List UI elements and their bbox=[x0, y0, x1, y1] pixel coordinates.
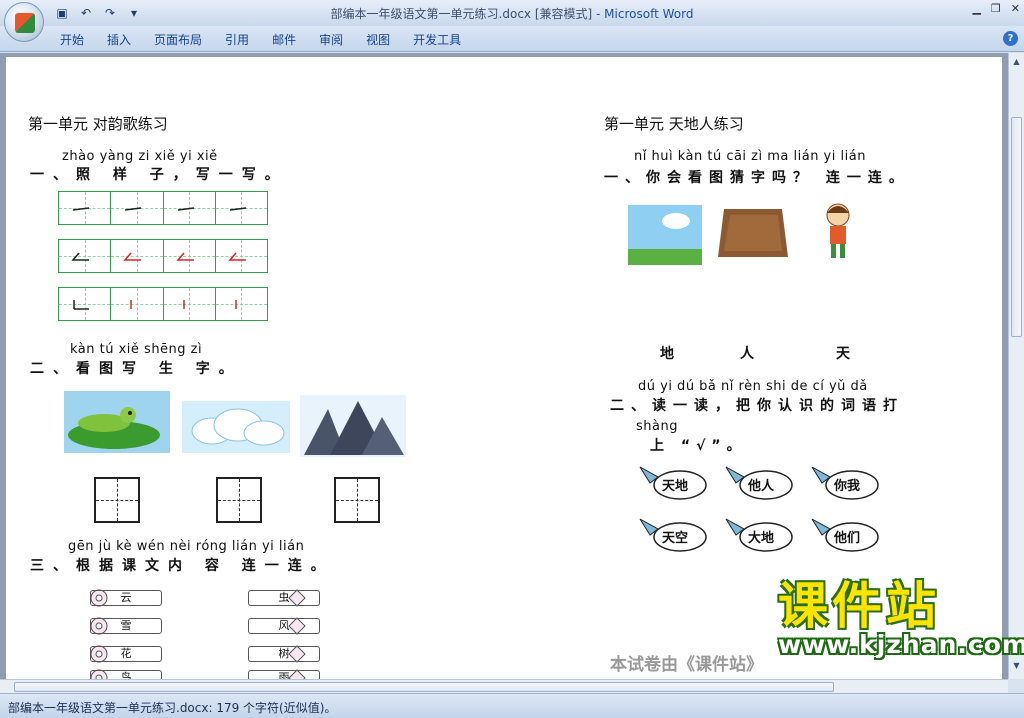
word-card-label: 云 bbox=[90, 590, 162, 606]
word-card-label: 花 bbox=[90, 646, 162, 662]
minimize-icon[interactable]: ▁ bbox=[972, 2, 980, 15]
left-q1-pinyin: zhào yàng zi xiě yi xiě bbox=[62, 149, 218, 164]
tab-review[interactable]: 审阅 bbox=[319, 31, 343, 48]
sky-picture bbox=[628, 205, 702, 265]
writing-grid-row-3 bbox=[58, 287, 268, 321]
mountain-picture bbox=[300, 395, 406, 457]
vertical-scrollbar[interactable]: ▲ ▼ bbox=[1008, 53, 1024, 679]
writing-grid-row-2 bbox=[58, 239, 268, 273]
right-q2-text: 二、读一读，把你认识的词语打 bbox=[610, 398, 904, 414]
word-bubble-6[interactable]: 他们 bbox=[808, 513, 880, 553]
document-title: 部编本一年级语文第一单元练习.docx [兼容模式] - bbox=[330, 7, 605, 21]
scroll-up-icon[interactable]: ▲ bbox=[1011, 57, 1022, 69]
status-text: 部编本一年级语文第一单元练习.docx: 179 个字符(近似值)。 bbox=[8, 701, 337, 715]
word-bubble-label: 你我 bbox=[834, 479, 861, 494]
horizontal-scroll-thumb[interactable] bbox=[14, 682, 834, 692]
tab-mailings[interactable]: 邮件 bbox=[272, 31, 296, 48]
right-q1-text: 一、你会看图猜字吗？ 连一连。 bbox=[604, 170, 910, 186]
watermark-url: www.kjzhan.com bbox=[778, 630, 1024, 659]
tab-developer[interactable]: 开发工具 bbox=[413, 31, 461, 48]
tab-view[interactable]: 视图 bbox=[366, 31, 390, 48]
watermark-name: 课件站 bbox=[778, 577, 940, 635]
restore-icon[interactable]: ❐ bbox=[991, 2, 1001, 15]
word-card-label: 雪 bbox=[90, 618, 162, 634]
vertical-scroll-thumb[interactable] bbox=[1011, 117, 1022, 337]
earth-picture bbox=[718, 209, 788, 257]
horizontal-scrollbar[interactable] bbox=[0, 679, 1008, 693]
tab-page-layout[interactable]: 页面布局 bbox=[154, 31, 202, 48]
writing-box-2[interactable] bbox=[216, 477, 262, 523]
right-q2-pinyin: dú yi dú bǎ nǐ rèn shi de cí yǔ dǎ bbox=[638, 379, 868, 394]
cloud-picture bbox=[182, 401, 290, 453]
word-ren: 人 bbox=[740, 346, 763, 362]
word-bubble-label: 天空 bbox=[662, 531, 689, 546]
word-bubble-3[interactable]: 你我 bbox=[808, 461, 880, 501]
caterpillar-picture bbox=[64, 391, 170, 453]
left-q3-pinyin: gēn jù kè wén nèi róng lián yi lián bbox=[68, 539, 305, 554]
office-button[interactable] bbox=[4, 2, 44, 42]
left-q1-text: 一、照 样 子，写一写。 bbox=[30, 167, 288, 183]
help-icon[interactable]: ? bbox=[1003, 31, 1018, 46]
footer-text: 本试卷由《课件站》 bbox=[610, 655, 763, 675]
writing-grid-row-1 bbox=[58, 191, 268, 225]
close-icon[interactable]: ✕ bbox=[1011, 2, 1020, 15]
ribbon-tabs: 开始 插入 页面布局 引用 邮件 审阅 视图 开发工具 ? bbox=[0, 26, 1024, 52]
word-card-label: 鸟 bbox=[90, 670, 162, 679]
scroll-down-icon[interactable]: ▼ bbox=[1011, 661, 1022, 673]
office-logo-icon bbox=[15, 13, 35, 33]
word-tian: 天 bbox=[836, 346, 859, 362]
right-page-title: 第一单元 天地人练习 bbox=[604, 115, 744, 133]
left-page-title: 第一单元 对韵歌练习 bbox=[28, 115, 168, 133]
left-q2-text: 二、看图写 生 字。 bbox=[30, 361, 242, 377]
word-bubble-label: 他人 bbox=[748, 479, 775, 494]
writing-box-3[interactable] bbox=[334, 477, 380, 523]
word-bubble-label: 他们 bbox=[834, 531, 861, 546]
word-bubble-label: 天地 bbox=[662, 479, 689, 494]
kjzhan-watermark: 课件站 www.kjzhan.com bbox=[768, 566, 1024, 674]
tab-home[interactable]: 开始 bbox=[60, 31, 84, 48]
word-di: 地 bbox=[660, 346, 683, 362]
tab-insert[interactable]: 插入 bbox=[107, 31, 131, 48]
writing-box-1[interactable] bbox=[94, 477, 140, 523]
title-bar: ▣ ↶ ↷ ▾ 部编本一年级语文第一单元练习.docx [兼容模式] - Mic… bbox=[0, 0, 1024, 26]
child-picture bbox=[826, 203, 850, 258]
word-card-label: 虫 bbox=[248, 590, 320, 606]
word-card-label: 树 bbox=[248, 646, 320, 662]
left-q2-pinyin: kàn tú xiě shēng zì bbox=[70, 342, 203, 357]
right-q2-text-2: 上 “√”。 bbox=[650, 438, 747, 454]
app-name: Microsoft Word bbox=[604, 7, 694, 21]
word-bubble-label: 大地 bbox=[748, 531, 775, 546]
word-bubble-4[interactable]: 天空 bbox=[636, 513, 708, 553]
status-bar: 部编本一年级语文第一单元练习.docx: 179 个字符(近似值)。 bbox=[0, 693, 1024, 718]
word-bubble-1[interactable]: 天地 bbox=[636, 461, 708, 501]
tab-references[interactable]: 引用 bbox=[225, 31, 249, 48]
window-title: 部编本一年级语文第一单元练习.docx [兼容模式] - Microsoft W… bbox=[0, 5, 1024, 22]
right-q1-pinyin: nǐ huì kàn tú cāi zì ma lián yi lián bbox=[634, 149, 866, 164]
word-card-label: 雨 bbox=[248, 670, 320, 679]
word-bubble-5[interactable]: 大地 bbox=[722, 513, 794, 553]
left-q3-text: 三、根据课文内 容 连一连。 bbox=[30, 558, 334, 574]
word-card-label: 风 bbox=[248, 618, 320, 634]
window-controls: ▁ ❐ ✕ bbox=[972, 2, 1020, 15]
word-bubble-2[interactable]: 他人 bbox=[722, 461, 794, 501]
right-q2-pinyin-2: shàng bbox=[636, 419, 678, 434]
